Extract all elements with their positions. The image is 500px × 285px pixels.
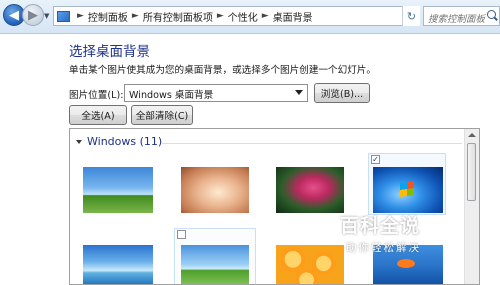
- clear-all-button[interactable]: 全部清除(C): [131, 105, 193, 125]
- wallpaper-thumbnail-girl-portrait[interactable]: [181, 167, 249, 213]
- vertical-scrollbar[interactable]: [464, 129, 479, 284]
- breadcrumb[interactable]: ► 控制面板 ► 所有控制面板项 ► 个性化 ► 桌面背景 ▼: [53, 6, 419, 26]
- wallpaper-thumbnail-ocean-sky[interactable]: [83, 245, 153, 284]
- collapse-triangle-icon[interactable]: [76, 140, 82, 144]
- wallpaper-checkbox[interactable]: [177, 230, 186, 239]
- group-label: Windows (11): [87, 135, 163, 148]
- watermark-subtitle: 助你轻松解决: [346, 242, 421, 254]
- refresh-icon[interactable]: ↻: [402, 6, 420, 26]
- group-divider: [162, 143, 462, 144]
- wallpaper-thumbnail-sky-flowers-2[interactable]: [181, 245, 249, 284]
- breadcrumb-item-desktop-background[interactable]: 桌面背景: [273, 9, 313, 24]
- forward-arrow-icon: ▶: [28, 7, 38, 23]
- chevron-down-icon: [295, 90, 303, 95]
- page-description: 单击某个图片使其成为您的桌面背景，或选择多个图片创建一个幻灯片。: [69, 65, 376, 76]
- breadcrumb-item-all-items[interactable]: 所有控制面板项: [143, 9, 213, 24]
- search-box[interactable]: [423, 6, 500, 28]
- forward-button[interactable]: ▶: [22, 4, 44, 26]
- wallpaper-thumbnail-pink-leaf[interactable]: [276, 167, 344, 213]
- breadcrumb-separator-icon[interactable]: ►: [262, 11, 269, 21]
- scroll-up-icon[interactable]: [468, 133, 476, 137]
- recent-pages-dropdown-icon[interactable]: ▼: [44, 12, 49, 20]
- picture-location-label: 图片位置(L):: [69, 90, 124, 101]
- breadcrumb-item-personalization[interactable]: 个性化: [228, 9, 258, 24]
- back-arrow-icon: ◀: [9, 7, 19, 23]
- breadcrumb-item-control-panel[interactable]: 控制面板: [88, 9, 128, 24]
- address-bar: ◀ ▶ ▼ ► 控制面板 ► 所有控制面板项 ► 个性化 ► 桌面背景 ▼ ↻: [0, 0, 500, 34]
- picture-location-value: Windows 桌面背景: [129, 90, 214, 101]
- control-panel-icon: [57, 10, 70, 22]
- scrollbar-thumb[interactable]: [467, 143, 476, 201]
- watermark: 百科全说 助你轻松解决: [340, 211, 458, 263]
- watermark-title: 百科全说: [340, 215, 421, 237]
- browse-button[interactable]: 浏览(B)...: [314, 83, 370, 103]
- wallpaper-thumbnail-sky-flowers[interactable]: [83, 167, 153, 213]
- breadcrumb-separator-icon[interactable]: ►: [217, 11, 224, 21]
- search-input[interactable]: [424, 10, 492, 28]
- picture-location-select[interactable]: Windows 桌面背景: [124, 84, 308, 102]
- wallpaper-checkbox-checked[interactable]: ✓: [371, 155, 380, 164]
- page-title: 选择桌面背景: [69, 44, 150, 60]
- wallpaper-thumbnail-oranges[interactable]: [276, 245, 344, 284]
- breadcrumb-separator-icon[interactable]: ►: [132, 11, 139, 21]
- windows-logo-icon: [400, 181, 414, 197]
- group-header[interactable]: Windows (11): [76, 135, 162, 148]
- breadcrumb-separator-icon[interactable]: ►: [77, 11, 84, 21]
- select-all-button[interactable]: 全选(A): [69, 105, 127, 125]
- wallpaper-thumbnail-windows-logo[interactable]: [373, 167, 443, 213]
- search-icon[interactable]: [487, 10, 496, 19]
